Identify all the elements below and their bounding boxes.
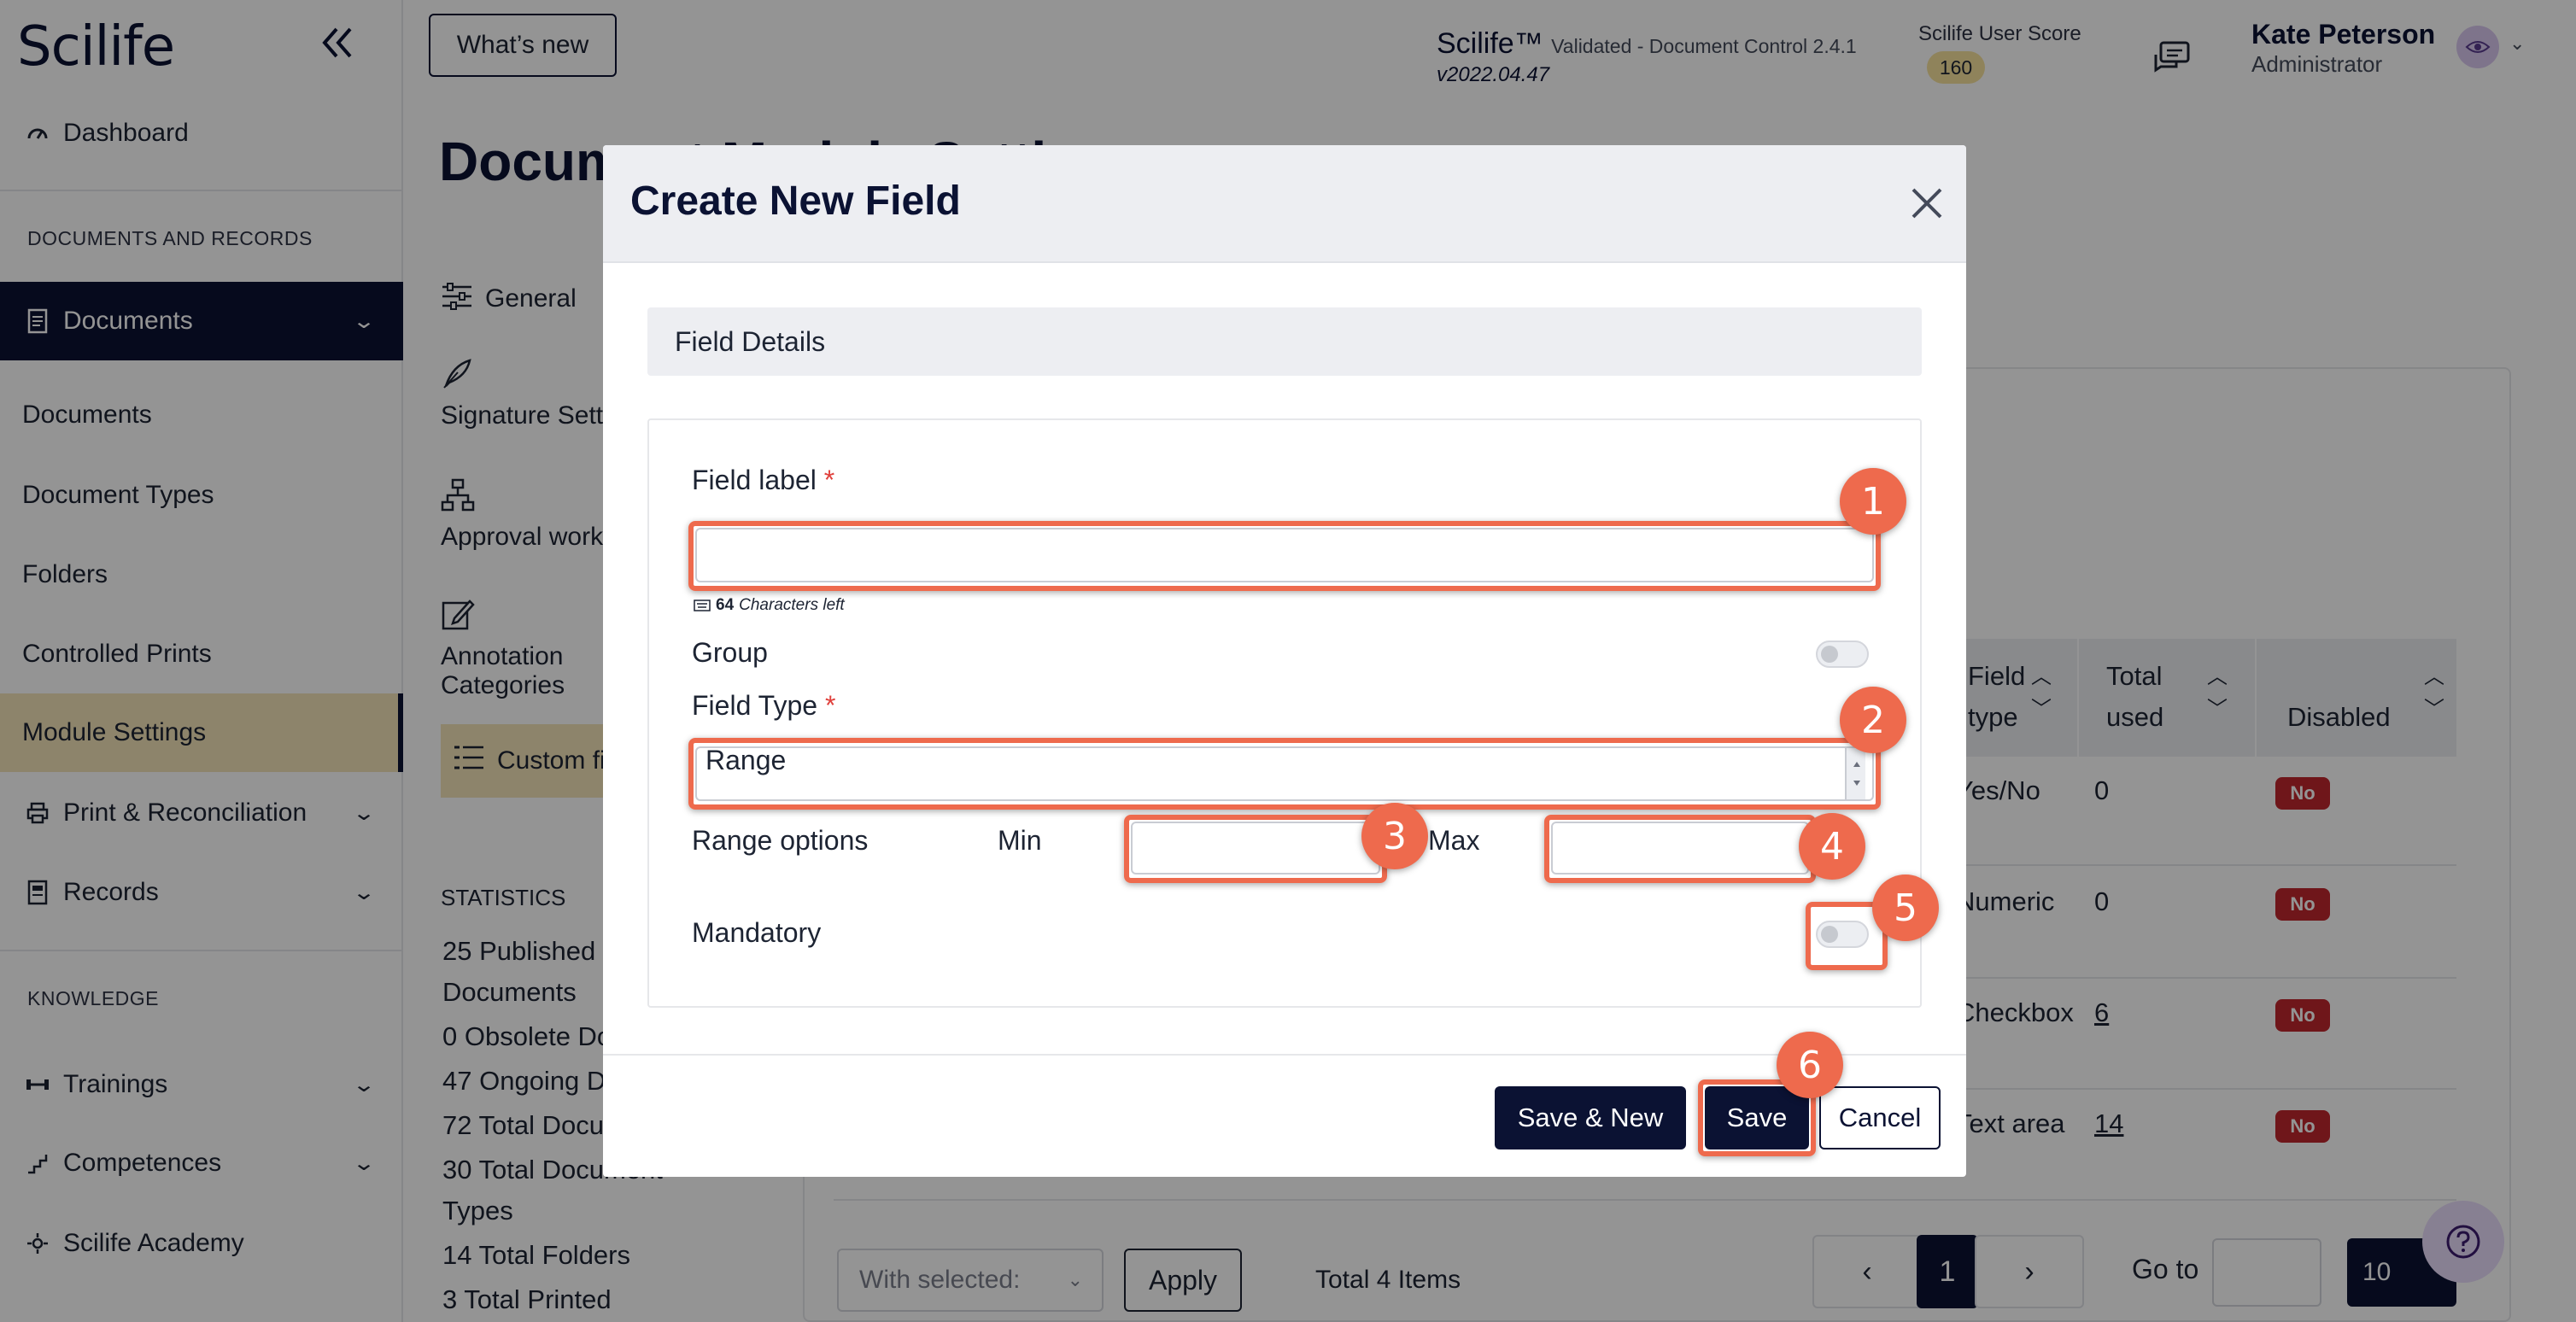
close-button[interactable] <box>1906 183 1947 224</box>
annotation-marker-5: 5 <box>1872 875 1939 941</box>
group-toggle[interactable] <box>1816 641 1869 668</box>
save-and-new-button[interactable]: Save & New <box>1495 1086 1686 1149</box>
group-label: Group <box>692 637 768 668</box>
cancel-button[interactable]: Cancel <box>1819 1086 1941 1149</box>
annotation-marker-4: 4 <box>1799 813 1865 880</box>
annotation-highlight <box>688 738 1881 810</box>
label-text: Field Type <box>692 690 818 721</box>
keyboard-icon <box>694 600 711 611</box>
dialog-footer-divider <box>603 1054 1966 1056</box>
annotation-highlight <box>1124 815 1387 883</box>
annotation-marker-1: 1 <box>1840 468 1906 535</box>
annotation-highlight <box>1544 815 1816 883</box>
max-label: Max <box>1428 825 1480 856</box>
mandatory-label: Mandatory <box>692 917 822 948</box>
chars-left-count: 64 <box>716 596 735 614</box>
annotation-marker-6: 6 <box>1777 1032 1843 1098</box>
annotation-highlight <box>688 521 1881 591</box>
label-text: Field label <box>692 465 817 495</box>
field-details-panel <box>647 418 1922 1008</box>
field-type-label: Field Type * <box>692 690 835 722</box>
create-field-dialog: Create New Field Field Details Field lab… <box>603 145 1966 1177</box>
characters-left: 64 Characters left <box>694 596 845 615</box>
close-icon <box>1912 188 1942 219</box>
min-label: Min <box>998 825 1042 856</box>
required-mark: * <box>823 465 835 495</box>
section-title: Field Details <box>647 307 1922 376</box>
chars-left-text: Characters left <box>739 596 845 614</box>
required-mark: * <box>824 690 836 721</box>
dialog-title: Create New Field <box>630 178 961 224</box>
range-options-label: Range options <box>692 825 869 856</box>
annotation-marker-2: 2 <box>1840 687 1906 753</box>
annotation-marker-3: 3 <box>1361 803 1428 869</box>
field-label-label: Field label * <box>692 465 834 496</box>
dialog-header: Create New Field <box>603 145 1966 263</box>
